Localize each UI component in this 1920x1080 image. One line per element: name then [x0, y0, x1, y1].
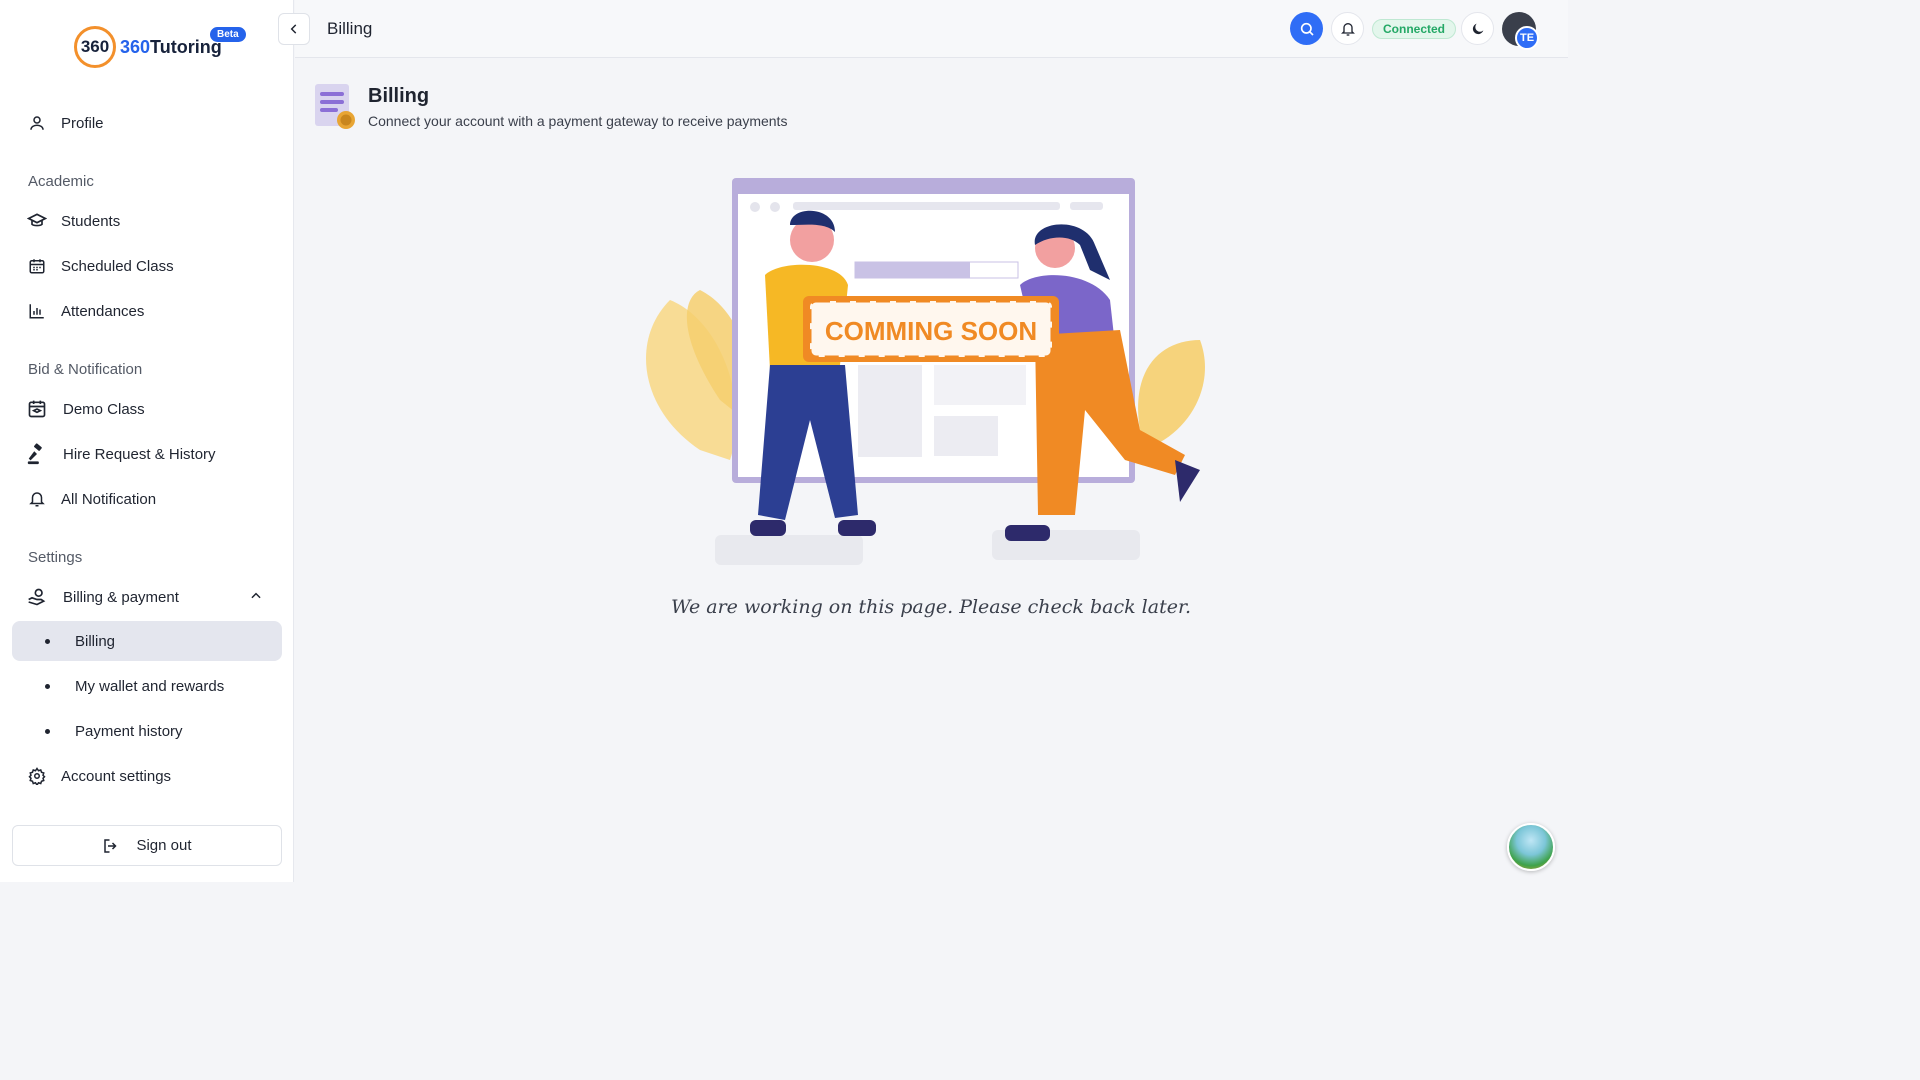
page-subtitle: Connect your account with a payment gate… — [368, 113, 788, 129]
avatar-initials: TE — [1515, 26, 1539, 50]
sidebar-subitem-payment-history[interactable]: Payment history — [12, 711, 282, 751]
chevron-up-icon[interactable] — [249, 589, 263, 603]
sign-out-button[interactable]: Sign out — [12, 825, 282, 866]
sidebar-item-label: Hire Request & History — [63, 445, 216, 463]
banner-text: COMMING SOON — [825, 316, 1037, 346]
sidebar: 360 360Tutoring Beta Profile Academic St… — [0, 0, 294, 882]
bell-icon — [1340, 22, 1355, 36]
sidebar-item-label: Students — [61, 212, 121, 230]
connection-status-badge: Connected — [1372, 19, 1457, 39]
notifications-button[interactable] — [1331, 12, 1364, 45]
sidebar-item-account-settings[interactable]: Account settings — [26, 764, 171, 788]
sidebar-item-label: My wallet and rewards — [75, 677, 225, 695]
payment-hand-icon — [26, 586, 48, 608]
search-button[interactable] — [1290, 12, 1323, 45]
section-settings: Settings — [28, 549, 83, 566]
user-icon — [26, 112, 48, 134]
logo-badge: 360 — [74, 26, 116, 68]
sidebar-item-demo-class[interactable]: Demo Class — [26, 397, 145, 421]
brand-name: 360Tutoring — [120, 36, 222, 57]
header-title: Billing — [327, 19, 373, 38]
sidebar-item-label: Account settings — [61, 767, 172, 785]
bullet-icon — [45, 728, 50, 734]
brand-logo[interactable]: 360 360Tutoring Beta — [74, 26, 246, 68]
search-icon — [1300, 22, 1314, 36]
coming-soon-illustration: COMMING SOON — [646, 178, 1205, 565]
sidebar-item-label: Billing & payment — [63, 588, 179, 606]
calendar-icon — [26, 255, 48, 277]
sidebar-item-billing-payment[interactable]: Billing & payment — [26, 585, 179, 609]
sidebar-item-label: Billing — [75, 632, 116, 650]
bullet-icon — [45, 683, 50, 689]
gavel-icon — [26, 443, 48, 465]
top-header: Billing Connected TE — [278, 0, 1568, 58]
sidebar-item-label: Demo Class — [63, 400, 145, 418]
sidebar-item-label: Attendances — [61, 302, 145, 320]
bar-chart-icon — [26, 300, 48, 322]
sidebar-item-hire-request[interactable]: Hire Request & History — [26, 442, 216, 466]
sidebar-item-label: Profile — [61, 114, 104, 132]
section-bid-notification: Bid & Notification — [28, 361, 143, 378]
sidebar-item-label: Payment history — [75, 722, 183, 740]
working-message: We are working on this page. Please chec… — [671, 596, 1191, 618]
graduation-cap-icon — [26, 210, 48, 232]
collapse-sidebar-button[interactable] — [278, 13, 310, 45]
sidebar-subitem-billing[interactable]: Billing — [12, 621, 282, 661]
sidebar-item-label: All Notification — [61, 490, 157, 508]
beta-badge: Beta — [210, 27, 246, 42]
sidebar-item-all-notification[interactable]: All Notification — [26, 487, 156, 511]
section-academic: Academic — [28, 173, 94, 190]
sidebar-item-label: Scheduled Class — [61, 257, 174, 275]
billing-page-icon — [315, 84, 355, 129]
moon-icon — [1472, 23, 1483, 34]
sidebar-item-students[interactable]: Students — [26, 209, 120, 233]
sidebar-item-attendances[interactable]: Attendances — [26, 299, 144, 323]
chevron-left-icon — [290, 24, 297, 34]
sign-out-icon — [102, 837, 120, 855]
gear-icon — [26, 765, 48, 787]
assistant-fab-button[interactable] — [1507, 823, 1555, 871]
bell-icon — [26, 488, 48, 510]
page-title: Billing — [368, 85, 430, 107]
theme-toggle-button[interactable] — [1461, 12, 1494, 45]
calendar-class-icon — [26, 398, 48, 420]
sign-out-label: Sign out — [136, 837, 192, 854]
bullet-icon — [45, 638, 50, 644]
sidebar-item-scheduled-class[interactable]: Scheduled Class — [26, 254, 174, 278]
sidebar-item-profile[interactable]: Profile — [26, 111, 104, 135]
sidebar-subitem-wallet[interactable]: My wallet and rewards — [12, 666, 282, 706]
